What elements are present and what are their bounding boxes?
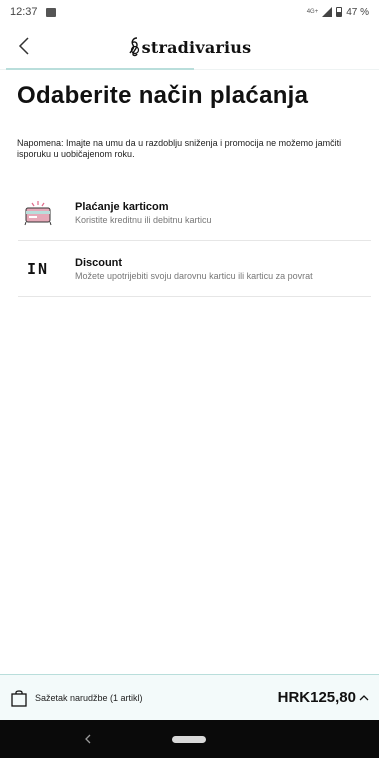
shopping-bag-icon [11, 689, 27, 707]
back-button[interactable] [12, 34, 36, 58]
page-title: Odaberite način plaćanja [17, 82, 309, 109]
chevron-left-icon [18, 37, 29, 55]
order-summary-label: Sažetak narudžbe (1 artikl) [35, 692, 143, 703]
stradivarius-mark-icon [129, 37, 139, 57]
battery-percent: 47 % [346, 6, 369, 18]
payment-option-discount[interactable]: IN Discount Možete upotrijebiti svoju da… [18, 241, 371, 297]
payment-option-discount-text: Discount Možete upotrijebiti svoju darov… [75, 257, 313, 281]
checkout-progress-bar [6, 68, 194, 70]
payment-method-screen: 12:37 4G+ 47 % stradivarius Odaberite na… [0, 0, 379, 758]
payment-option-subtitle: Koristite kreditnu ili debitnu karticu [75, 214, 212, 225]
delivery-notice: Napomena: Imajte na umu da u razdoblju s… [17, 138, 342, 159]
brand-name: stradivarius [141, 37, 252, 57]
network-type: 4G+ [306, 9, 319, 15]
app-header: stradivarius [0, 26, 379, 68]
signal-icon [322, 7, 333, 17]
credit-card-icon [18, 193, 58, 233]
payment-method-list: Plaćanje karticom Koristite kreditnu ili… [18, 185, 371, 297]
nav-back-icon[interactable] [82, 731, 94, 747]
system-nav-bar [0, 720, 379, 758]
in-logo-icon: IN [18, 249, 58, 289]
order-summary-bar[interactable]: Sažetak narudžbe (1 artikl) HRK125,80 [0, 674, 379, 720]
payment-option-card[interactable]: Plaćanje karticom Koristite kreditnu ili… [18, 185, 371, 241]
brand-logo[interactable]: stradivarius [128, 37, 252, 57]
payment-option-title: Discount [75, 256, 123, 269]
order-total: HRK125,80 [277, 689, 356, 706]
payment-option-card-text: Plaćanje karticom Koristite kreditnu ili… [75, 201, 212, 225]
status-bar: 12:37 4G+ 47 % [0, 0, 379, 24]
status-time: 12:37 [10, 6, 38, 18]
battery-icon [336, 7, 343, 17]
payment-option-subtitle: Možete upotrijebiti svoju darovnu kartic… [75, 270, 313, 281]
payment-option-title: Plaćanje karticom [75, 200, 169, 213]
status-indicators: 4G+ 47 % [307, 7, 369, 18]
chevron-up-icon [359, 694, 369, 700]
gallery-notification-icon [45, 7, 56, 17]
nav-home-button[interactable] [172, 736, 206, 743]
in-logo-text: IN [26, 259, 50, 278]
